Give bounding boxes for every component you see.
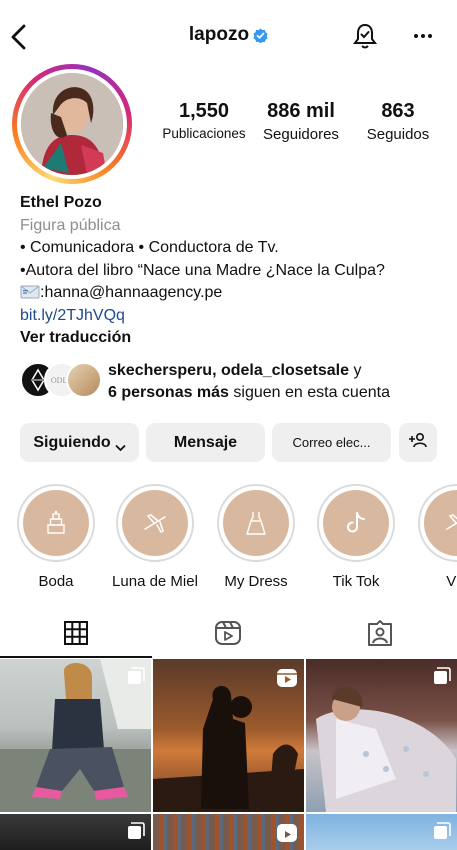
- following-label: Siguiendo: [33, 433, 111, 451]
- stat-value: 886 mil: [267, 100, 335, 122]
- highlight-via[interactable]: Via: [412, 484, 457, 590]
- profile-avatar[interactable]: [12, 64, 132, 184]
- stat-following[interactable]: 863 Seguidos: [356, 100, 440, 143]
- mutual-avatars: ODLA: [20, 362, 102, 398]
- bio-line: •Autora del libro “Nace una Madre ¿Nace …: [20, 261, 385, 279]
- profile-category: Figura pública: [20, 216, 121, 234]
- display-name: Ethel Pozo: [20, 194, 102, 211]
- following-button[interactable]: Siguiendo: [20, 423, 139, 462]
- followed-by[interactable]: ODLA skechersperu, odela_closetsale y 6 …: [20, 360, 450, 404]
- highlight-label: Tik Tok: [332, 573, 380, 590]
- profile-tabs: [0, 612, 457, 658]
- top-bar: lapozo: [0, 0, 457, 72]
- see-translation-link[interactable]: Ver traducción: [20, 327, 450, 350]
- post-thumbnail[interactable]: [0, 659, 151, 812]
- highlight-label: My Dress: [224, 573, 288, 590]
- stat-value: 863: [381, 100, 415, 122]
- highlight-luna-de-miel[interactable]: Luna de Miel: [110, 484, 200, 590]
- add-person-icon: [408, 432, 428, 453]
- dress-icon: [223, 490, 289, 556]
- post-thumbnail[interactable]: [153, 659, 304, 812]
- stat-posts[interactable]: 1,550 Publicaciones: [160, 100, 248, 141]
- verified-badge-icon: [253, 27, 268, 43]
- tab-reels[interactable]: [152, 612, 304, 658]
- highlight-label: Boda: [38, 573, 74, 590]
- notification-bell-icon[interactable]: [352, 22, 378, 50]
- carousel-icon: [433, 667, 451, 690]
- mutual-more: 6 personas más: [108, 384, 229, 401]
- carousel-icon: [433, 822, 451, 845]
- mutual-names: skechersperu, odela_closetsale: [108, 362, 350, 379]
- profile-title: lapozo: [0, 24, 457, 46]
- username: lapozo: [188, 24, 250, 45]
- airplane-icon: [122, 490, 188, 556]
- more-options-icon[interactable]: [410, 24, 436, 48]
- reel-icon: [276, 667, 298, 694]
- envelope-icon: [20, 284, 40, 300]
- active-tab-indicator: [0, 656, 152, 658]
- chevron-down-icon: [115, 439, 126, 451]
- stat-label: Seguidos: [366, 126, 430, 143]
- bio-line: • Comunicadora • Conductora de Tv.: [20, 239, 279, 256]
- tiktok-icon: [323, 490, 389, 556]
- post-thumbnail[interactable]: [153, 814, 304, 850]
- highlight-boda[interactable]: Boda: [11, 484, 101, 590]
- post-thumbnail[interactable]: [0, 814, 151, 850]
- followed-suffix: siguen en esta cuenta: [228, 384, 390, 401]
- connector: y: [349, 362, 362, 379]
- profile-photo: [21, 73, 123, 175]
- stat-label: Publicaciones: [162, 126, 246, 141]
- stat-label: Seguidores: [263, 126, 339, 143]
- tagged-person-icon: [366, 619, 394, 652]
- bio-link[interactable]: bit.ly/2TJhVQq: [20, 305, 450, 328]
- tab-tagged[interactable]: [304, 612, 456, 658]
- story-highlights: Boda Luna de Miel My Dress Tik Tok Via: [0, 484, 457, 594]
- highlight-label: Luna de Miel: [112, 573, 198, 590]
- post-thumbnail[interactable]: [306, 659, 457, 812]
- bio-email-line[interactable]: :hanna@hannaagency.pe: [20, 282, 450, 305]
- message-button[interactable]: Mensaje: [146, 423, 265, 462]
- carousel-icon: [127, 822, 145, 845]
- reels-icon: [214, 619, 242, 652]
- post-thumbnail[interactable]: [306, 814, 457, 850]
- profile-bio: Ethel Pozo Figura pública • Comunicadora…: [20, 192, 450, 350]
- email-button[interactable]: Correo elec...: [272, 423, 391, 462]
- bio-email: :hanna@hannaagency.pe: [40, 284, 223, 301]
- stat-followers[interactable]: 886 mil Seguidores: [256, 100, 346, 143]
- highlight-my-dress[interactable]: My Dress: [211, 484, 301, 590]
- profile-actions: Siguiendo Mensaje Correo elec...: [20, 423, 440, 463]
- grid-icon: [63, 620, 89, 651]
- highlight-label: Via: [446, 573, 457, 590]
- followed-by-text: skechersperu, odela_closetsale y 6 perso…: [108, 360, 390, 404]
- wedding-cake-icon: [23, 490, 89, 556]
- posts-grid: [0, 659, 457, 850]
- suggest-users-button[interactable]: [399, 423, 437, 462]
- carousel-icon: [127, 667, 145, 690]
- tab-grid[interactable]: [0, 612, 152, 658]
- highlight-tik-tok[interactable]: Tik Tok: [311, 484, 401, 590]
- mutual-avatar-other: [66, 362, 102, 398]
- reel-icon: [276, 822, 298, 849]
- stat-value: 1,550: [178, 100, 230, 122]
- airplane-icon: [424, 490, 457, 556]
